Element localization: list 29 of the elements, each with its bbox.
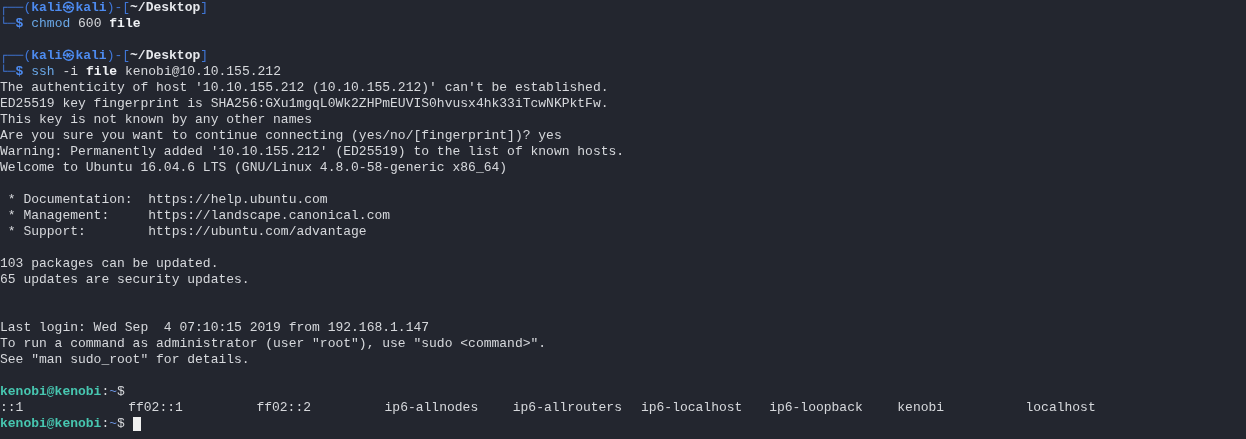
terminal-line: Warning: Permanently added '10.10.155.212' (ED25519) to the list of known hosts. <box>0 144 626 160</box>
file-name: kenobi <box>897 400 945 415</box>
file-name: ip6-allrouters <box>512 400 622 415</box>
terminal-line: 103 packages can be updated. <box>0 256 220 272</box>
file-name: ff02::1 <box>128 400 183 415</box>
prompt-line: ┌──(kali㉿kali)-[~/Desktop] <box>0 0 210 16</box>
terminal-line: * Support: https://ubuntu.com/advantage <box>6 224 368 240</box>
file-name: ff02::2 <box>256 400 311 415</box>
terminal-line: Are you sure you want to continue connecting (yes/no/[fingerprint])? yes <box>0 128 563 144</box>
file-name: localhost <box>1025 400 1096 415</box>
terminal-line: ED25519 key fingerprint is SHA256:GXu1mgqL0Wk2ZHPmEUVIS0hvusx4hk33iTcwNKPktFw. <box>0 96 610 112</box>
file-name: ip6-loopback <box>769 400 863 415</box>
prompt: kenobi@kenobi:~$ <box>0 384 125 400</box>
file-name: ip6-allnodes <box>384 400 479 415</box>
prompt: kenobi@kenobi:~$ <box>0 416 125 432</box>
command-line: └─$ ssh -i file kenobi@10.10.155.212 <box>0 64 282 80</box>
terminal-line: The authenticity of host '10.10.155.212 (10.10.155.212)' can't be established. <box>0 80 610 96</box>
terminal-line: To run a command as administrator (user "root"), use "sudo <command>". <box>0 336 548 352</box>
file-name: ::1 <box>0 400 24 415</box>
terminal-line: Welcome to Ubuntu 16.04.6 LTS (GNU/Linux 4.8.0-58-generic x86_64) <box>0 160 509 176</box>
prompt-line: ┌──(kali㉿kali)-[~/Desktop] <box>0 48 210 64</box>
terminal-line: 65 updates are security updates. <box>0 272 251 288</box>
file-name: ip6-localhost <box>640 400 743 415</box>
terminal-line: Last login: Wed Sep 4 07:10:15 2019 from 192.168.1.147 <box>0 320 431 336</box>
terminal-line: See "man sudo_root" for details. <box>0 352 251 368</box>
terminal-line: * Documentation: https://help.ubuntu.com <box>6 192 329 208</box>
terminal-line: This key is not known by any other names <box>0 112 314 128</box>
command-line: └─$ chmod 600 file <box>0 16 142 32</box>
terminal-line: * Management: https://landscape.canonical.com <box>6 208 392 224</box>
